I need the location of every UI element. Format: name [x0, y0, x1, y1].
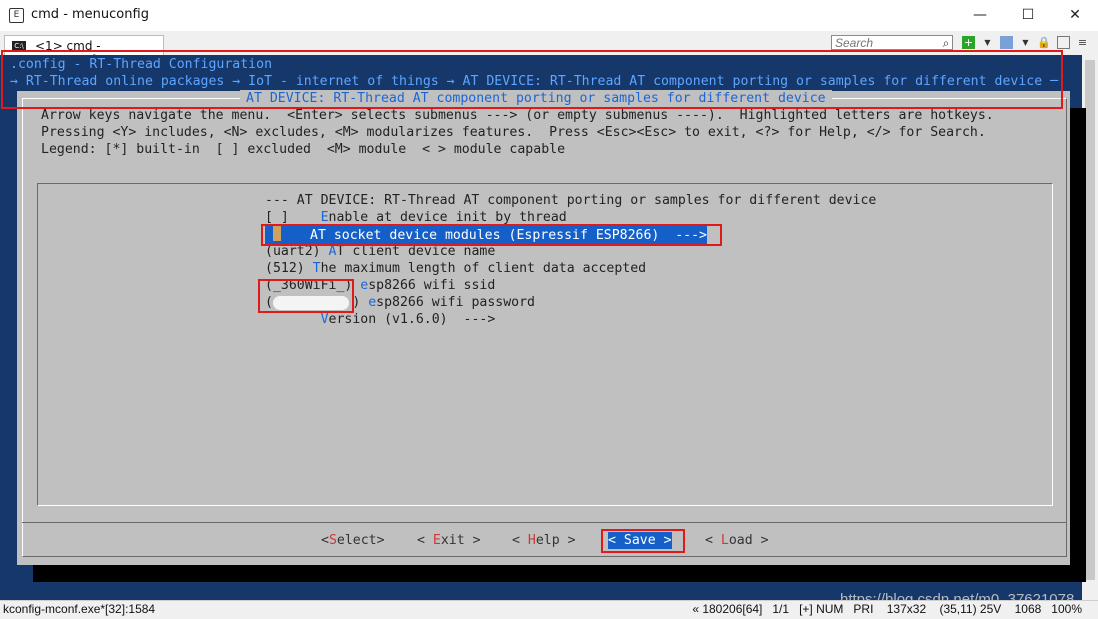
status-bar: kconfig-mconf.exe*[32]:1584 « 180206[64]…	[0, 600, 1098, 619]
button-bracket: >	[752, 533, 769, 548]
hotkey-letter: e	[368, 295, 377, 310]
menu-item-label: T socket device modules (Espressif ESP82…	[317, 228, 707, 243]
maximize-button[interactable]: ☐	[1016, 5, 1040, 25]
load-button[interactable]: < Load >	[705, 532, 769, 549]
menu-item-label: sp8266 wifi password	[376, 295, 535, 310]
status-info: « 180206[64] 1/1 [+] NUM PRI 137x32 (35,…	[692, 602, 1082, 616]
chevron-down-icon[interactable]: ▼	[1019, 36, 1032, 49]
button-label: oad	[728, 533, 753, 548]
menu-item-label: he maximum length of client data accepte…	[320, 261, 647, 276]
hotkey-letter: A	[310, 228, 318, 243]
save-button[interactable]: < Save >	[608, 532, 672, 549]
console-icon: C:\	[12, 41, 26, 51]
button-bracket: >	[464, 533, 481, 548]
search-input[interactable]	[831, 35, 953, 50]
hotkey-letter: E	[432, 533, 441, 548]
button-bracket: <	[417, 533, 433, 548]
console-tab[interactable]: C:\ <1> cmd - menuconf	[4, 35, 164, 67]
menu-icon[interactable]: ≡	[1076, 36, 1089, 49]
menu-header: --- AT DEVICE: RT-Thread AT component po…	[265, 193, 877, 208]
breadcrumb: → RT-Thread online packages → IoT - inte…	[10, 74, 1059, 89]
menu-item-label: nable at device init by thread	[328, 210, 567, 225]
hotkey-letter: S	[623, 533, 632, 548]
hotkey-letter: H	[527, 533, 536, 548]
menu-item-value: (_360WiFi_)	[265, 278, 361, 293]
exit-button[interactable]: < Exit >	[417, 532, 481, 549]
hotkey-letter: T	[312, 261, 321, 276]
menu-item-label: T client device name	[336, 244, 496, 259]
chevron-down-icon[interactable]: ▼	[981, 36, 994, 49]
menu-item-value: (uart2)	[265, 244, 329, 259]
config-title: .config - RT-Thread Configuration	[10, 57, 273, 72]
button-label: xit	[440, 533, 465, 548]
button-bracket: >	[559, 533, 576, 548]
button-bracket: >	[655, 533, 672, 548]
app-icon: E	[9, 8, 24, 23]
search-icon[interactable]: ⌕	[939, 36, 953, 50]
redacted-password	[273, 296, 349, 310]
menu-item-label: ersion (v1.6.0) --->	[328, 312, 496, 327]
button-bracket: <	[705, 533, 721, 548]
hotkey-letter: L	[720, 533, 729, 548]
lock-icon[interactable]: 🔒	[1037, 36, 1051, 49]
help-line: Arrow keys navigate the menu. <Enter> se…	[41, 108, 994, 123]
button-bracket: <	[512, 533, 528, 548]
close-button[interactable]: ✕	[1063, 5, 1087, 25]
window-title-bar: E cmd - menuconfig — ☐ ✕	[0, 0, 1098, 31]
button-bracket: <	[321, 533, 329, 548]
panel-icon[interactable]	[1057, 36, 1070, 49]
hotkey-letter: E	[320, 210, 329, 225]
status-process: kconfig-mconf.exe*[32]:1584	[3, 602, 156, 616]
menu-item-wifi-ssid[interactable]: (_360WiFi_) esp8266 wifi ssid	[265, 277, 495, 294]
hotkey-letter: S	[328, 533, 337, 548]
layout-icon[interactable]	[1000, 36, 1013, 49]
menu-item-label: sp8266 wifi ssid	[368, 278, 496, 293]
button-label: elp	[535, 533, 560, 548]
button-bracket: >	[376, 533, 385, 548]
button-label: elect	[336, 533, 377, 548]
menu-item-max-length[interactable]: (512) The maximum length of client data …	[265, 260, 646, 277]
window-title: cmd - menuconfig	[31, 7, 149, 22]
help-button[interactable]: < Help >	[512, 532, 576, 549]
dialog-title: AT DEVICE: RT-Thread AT component portin…	[240, 90, 832, 107]
help-line: Pressing <Y> includes, <N> excludes, <M>…	[41, 125, 986, 140]
selection-cursor	[273, 226, 281, 241]
hotkey-letter: V	[320, 312, 329, 327]
menu-item-enable-init[interactable]: [ ] Enable at device init by thread	[265, 209, 567, 226]
menu-item-socket-modules[interactable]: AT socket device modules (Espressif ESP8…	[265, 226, 707, 244]
menu-item-prefix	[265, 312, 321, 327]
menu-item-prefix: [ ]	[265, 210, 321, 225]
menu-item-client-device[interactable]: (uart2) AT client device name	[265, 243, 495, 260]
menu-item-value: (512)	[265, 261, 313, 276]
scrollbar-thumb[interactable]	[1085, 60, 1095, 580]
select-button[interactable]: <Select>	[321, 532, 385, 549]
help-line: Legend: [*] built-in [ ] excluded <M> mo…	[41, 142, 566, 157]
button-bracket: <	[608, 533, 624, 548]
new-console-icon[interactable]: +	[962, 36, 975, 49]
minimize-button[interactable]: —	[968, 5, 992, 25]
dialog-separator	[22, 522, 1067, 523]
button-label: ave	[631, 533, 656, 548]
menu-item-version[interactable]: Version (v1.6.0) --->	[265, 311, 496, 328]
